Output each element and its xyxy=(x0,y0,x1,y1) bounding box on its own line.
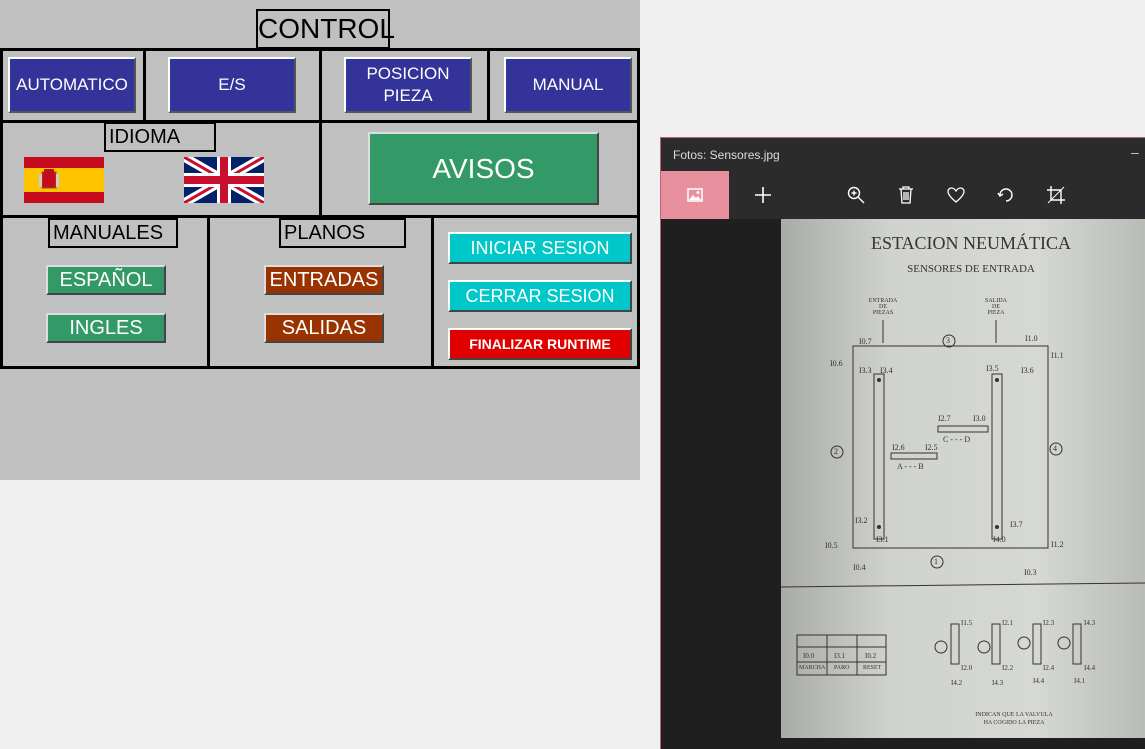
sensor-label: I2.6 xyxy=(892,443,905,452)
sensor-label: I4.3 xyxy=(992,679,1004,687)
sensor-label: I0.6 xyxy=(830,359,843,368)
sensor-label: I2.4 xyxy=(1043,664,1055,672)
rotate-icon[interactable] xyxy=(982,171,1030,219)
sensor-label: I3.6 xyxy=(1021,366,1034,375)
minimize-icon[interactable]: – xyxy=(1131,144,1145,164)
page-title: CONTROL xyxy=(256,9,395,49)
hmi-panel: CONTROL AUTOMATICO E/S POSICION PIEZA MA… xyxy=(0,0,640,480)
sensor-label: I2.1 xyxy=(1002,619,1014,627)
window-title: Fotos: Sensores.jpg xyxy=(673,148,780,162)
planos-label: PLANOS xyxy=(279,218,406,248)
sensor-label: I3.2 xyxy=(855,516,868,525)
manuales-label: MANUALES xyxy=(48,218,178,248)
sensor-label: I2.0 xyxy=(961,664,973,672)
sensor-label: I2.7 xyxy=(938,414,951,423)
delete-icon[interactable] xyxy=(882,171,930,219)
sensor-label: I4.2 xyxy=(951,679,963,687)
iniciar-sesion-button[interactable]: INICIAR SESION xyxy=(448,232,632,264)
crop-icon[interactable] xyxy=(1032,171,1080,219)
photo-image[interactable]: ESTACION NEUMÁTICA SENSORES DE ENTRADA E… xyxy=(781,219,1145,738)
uk-flag-icon xyxy=(181,153,267,207)
sensor-label: I4.3 xyxy=(1084,619,1096,627)
favorite-icon[interactable] xyxy=(932,171,980,219)
avisos-button[interactable]: AVISOS xyxy=(368,132,599,205)
cylinder-cd-label: C - - - D xyxy=(943,435,971,444)
sensor-label: I4.4 xyxy=(1084,664,1096,672)
sensor-label: I0.4 xyxy=(853,563,866,572)
sensor-label: I4.1 xyxy=(1074,677,1086,685)
sensor-label: I0.5 xyxy=(825,541,838,550)
image-icon[interactable] xyxy=(661,171,729,219)
sensor-label: I3.4 xyxy=(880,366,893,375)
cerrar-sesion-button[interactable]: CERRAR SESION xyxy=(448,280,632,312)
sensor-label: I3.5 xyxy=(986,364,999,373)
circled-number: 4 xyxy=(1053,444,1057,453)
sensor-label: I0.7 xyxy=(859,337,872,346)
es-button[interactable]: E/S xyxy=(168,57,296,113)
sensor-label: I1.1 xyxy=(1051,351,1064,360)
spain-flag-button[interactable] xyxy=(24,157,104,203)
circled-number: 3 xyxy=(946,336,950,345)
circled-number: 1 xyxy=(934,557,938,566)
pneumatic-diagram xyxy=(781,320,1145,676)
table-label: RESET xyxy=(863,665,882,671)
table-value: I0.2 xyxy=(865,652,877,660)
sensor-label: I4.4 xyxy=(1033,677,1045,685)
idioma-label: IDIOMA xyxy=(104,122,216,152)
sensor-label: I2.2 xyxy=(1002,664,1014,672)
window-titlebar[interactable]: Fotos: Sensores.jpg – xyxy=(661,138,1145,171)
circled-number: 2 xyxy=(834,447,838,456)
manual-espanol-button[interactable]: ESPAÑOL xyxy=(46,265,166,295)
sensor-label: I1.5 xyxy=(961,619,973,627)
sensor-label: I3.1 xyxy=(876,535,889,544)
automatico-button[interactable]: AUTOMATICO xyxy=(8,57,136,113)
manual-button[interactable]: MANUAL xyxy=(504,57,632,113)
sensor-label: I2.3 xyxy=(1043,619,1055,627)
table-value: I0.0 xyxy=(803,652,815,660)
photos-window: Fotos: Sensores.jpg – ESTACION NEUMÁTICA… xyxy=(660,137,1145,749)
finalizar-runtime-button[interactable]: FINALIZAR RUNTIME xyxy=(448,328,632,360)
photo-note: INDICAN QUE LA VALVULA HA COGIDO LA PIEZ… xyxy=(975,712,1053,726)
sensor-label: I3.3 xyxy=(859,366,872,375)
uk-flag-button[interactable] xyxy=(181,153,267,207)
sensor-label: I3.7 xyxy=(1010,520,1023,529)
sensor-label: I4.0 xyxy=(993,535,1006,544)
planos-salidas-button[interactable]: SALIDAS xyxy=(264,313,384,343)
table-value: I3.1 xyxy=(834,652,846,660)
posicion-pieza-button[interactable]: POSICION PIEZA xyxy=(344,57,472,113)
zoom-in-icon[interactable] xyxy=(832,171,880,219)
sensor-label: I3.0 xyxy=(973,414,986,423)
manual-ingles-button[interactable]: INGLES xyxy=(46,313,166,343)
viewer-toolbar xyxy=(661,171,1145,219)
spain-flag-icon xyxy=(24,157,104,203)
table-label: PARO xyxy=(834,665,850,671)
sensor-label: I2.5 xyxy=(925,443,938,452)
cylinder-ab-label: A - - - B xyxy=(897,462,924,471)
planos-entradas-button[interactable]: ENTRADAS xyxy=(264,265,384,295)
table-label: MARCHA xyxy=(799,665,826,671)
sensor-label: I1.2 xyxy=(1051,540,1064,549)
add-icon[interactable] xyxy=(739,171,787,219)
sensor-label: I1.0 xyxy=(1025,334,1038,343)
sensor-label: I0.3 xyxy=(1024,568,1037,577)
